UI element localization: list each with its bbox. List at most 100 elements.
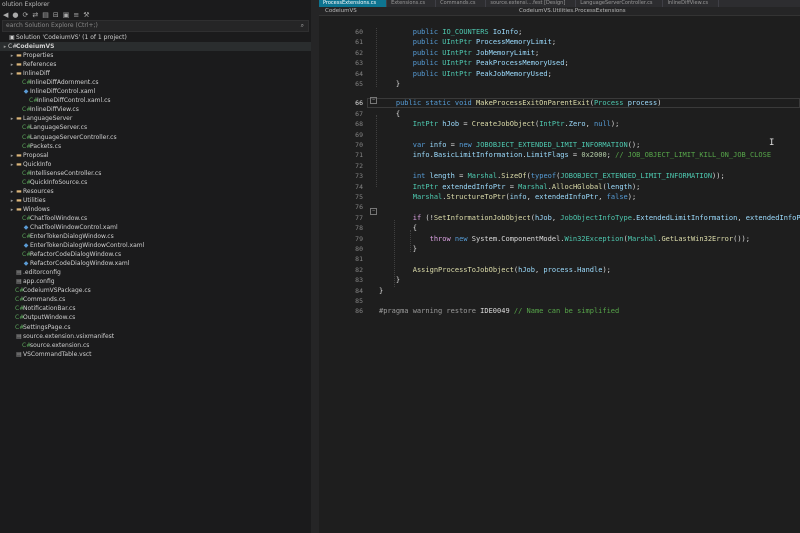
refresh-icon[interactable]: ⟳	[23, 11, 29, 19]
csharp-file-icon: C#	[15, 287, 25, 295]
project-dropdown[interactable]: CodeiumVS	[319, 8, 409, 14]
code-line[interactable]: {	[396, 110, 400, 118]
tree-item[interactable]: C#LanguageServerController.cs	[0, 133, 311, 142]
tree-item[interactable]: C#source.extension.cs	[0, 341, 311, 350]
code-line[interactable]: if (!SetInformationJobObject(hJob, JobOb…	[413, 214, 800, 222]
document-tab[interactable]: Commands.cs	[436, 0, 487, 7]
tree-item[interactable]: ▸ ▬Utilities	[0, 196, 311, 205]
tree-item[interactable]: C#InlineDiffAdornment.cs	[0, 78, 311, 87]
folder-icon: ▬	[16, 70, 22, 78]
code-area[interactable]: 60 public IO_COUNTERS IoInfo; 61 public UIn…	[319, 17, 800, 533]
tree-item[interactable]: ◆ RefactorCodeDialogWindow.xaml	[0, 259, 311, 268]
line-number: 61	[355, 38, 363, 47]
code-line[interactable]: public IO_COUNTERS IoInfo;	[413, 28, 523, 36]
solution-explorer-search-input[interactable]: earch Solution Explore (Ctrl+;) ⌕	[2, 20, 309, 32]
code-line[interactable]: {	[413, 224, 417, 232]
code-line[interactable]: int length = Marshal.SizeOf(typeof(JOBOB…	[413, 172, 725, 180]
tree-item-label: EnterTokenDialogWindowControl.xaml	[30, 242, 145, 250]
code-line[interactable]: public static void MakeProcessExitOnPare…	[396, 99, 662, 107]
tree-item[interactable]: C#Commands.cs	[0, 295, 311, 304]
code-editor[interactable]: ProcessExtensions.cs Extensions.cs Command…	[319, 0, 800, 533]
file-icon: ▤	[16, 269, 22, 277]
panel-splitter[interactable]	[311, 0, 319, 533]
tree-item[interactable]: ▣Solution 'CodeiumVS' (1 of 1 project)	[0, 33, 311, 42]
tree-item[interactable]: ◆ EnterTokenDialogWindowControl.xaml	[0, 241, 311, 250]
show-all-icon[interactable]: ▣	[63, 11, 70, 19]
tree-item[interactable]: C#IntellisenseController.cs	[0, 169, 311, 178]
tree-item[interactable]: C#Packets.cs	[0, 142, 311, 151]
line-number: 63	[355, 59, 363, 68]
properties-icon[interactable]: ≡	[73, 11, 79, 19]
document-tab[interactable]: ProcessExtensions.cs	[319, 0, 388, 7]
collapse-icon[interactable]: −	[370, 97, 377, 104]
code-line[interactable]: IntPtr extendedInfoPtr = Marshal.AllocHG…	[413, 183, 641, 191]
xaml-file-icon: ◆	[23, 260, 29, 268]
code-line[interactable]: }	[396, 276, 400, 284]
tree-item[interactable]: ▤VSCommandTable.vsct	[0, 350, 311, 359]
code-line[interactable]: }	[396, 80, 400, 88]
tree-item-label: NotificationBar.cs	[23, 305, 76, 313]
tree-item[interactable]: C#ChatToolWindow.cs	[0, 214, 311, 223]
document-tab[interactable]: Extensions.cs	[387, 0, 437, 7]
code-line[interactable]: Marshal.StructureToPtr(info, extendedInf…	[413, 193, 636, 201]
tree-item[interactable]: ▤app.config	[0, 277, 311, 286]
folder-icon: ▬	[16, 187, 22, 195]
tree-item[interactable]: C#RefactorCodeDialogWindow.cs	[0, 250, 311, 259]
tree-item[interactable]: ◆ InlineDiffControl.xaml	[0, 87, 311, 96]
tree-item[interactable]: C#NotificationBar.cs	[0, 304, 311, 313]
line-number: 79	[355, 234, 363, 243]
tree-item[interactable]: ▸ ▬References	[0, 60, 311, 69]
document-tab[interactable]: source.extensi....fest [Design]	[486, 0, 577, 7]
tree-item-label: VSCommandTable.vsct	[23, 350, 92, 358]
line-number: 82	[355, 265, 363, 274]
tree-item[interactable]: ▤source.extension.vsixmanifest	[0, 332, 311, 341]
folder-icon: ▬	[16, 61, 22, 69]
tree-item[interactable]: ▸ ▬InlineDiff	[0, 69, 311, 78]
type-dropdown[interactable]: CodeiumVS.Utilities.ProcessExtensions	[409, 8, 626, 14]
tree-item[interactable]: ▸ ▬Resources	[0, 187, 311, 196]
tree-item[interactable]: ▸ ▬LanguageServer	[0, 114, 311, 123]
tree-item[interactable]: ◆ ChatToolWindowControl.xaml	[0, 223, 311, 232]
tree-item[interactable]: ▸ C#CodeiumVS	[0, 42, 311, 52]
tree-item[interactable]: C#QuickInfoSource.cs	[0, 178, 311, 187]
wrench-icon[interactable]: ⚒	[83, 11, 89, 19]
tree-item[interactable]: ▤.editorconfig	[0, 268, 311, 277]
sync-icon[interactable]: ⇄	[32, 11, 38, 19]
code-line[interactable]: #pragma warning restore IDE0049 // Name …	[379, 307, 619, 315]
back-icon[interactable]: ◀	[3, 11, 8, 19]
code-line[interactable]: }	[379, 287, 383, 295]
code-line[interactable]: public UIntPtr PeakProcessMemoryUsed;	[413, 59, 569, 67]
tree-item[interactable]: ▸ ▬Properties	[0, 51, 311, 60]
document-tab[interactable]: InlineDiffView.cs	[663, 0, 720, 7]
home-icon[interactable]: ●	[12, 11, 18, 19]
code-line[interactable]: AssignProcessToJobObject(hJob, process.H…	[413, 266, 611, 274]
code-line[interactable]: public UIntPtr JobMemoryLimit;	[413, 49, 539, 57]
tree-item[interactable]: C#CodeiumVSPackage.cs	[0, 286, 311, 295]
line-number: 77	[355, 213, 363, 222]
folder-icon: ▬	[16, 52, 22, 60]
tree-item[interactable]: ▸ ▬Windows	[0, 205, 311, 214]
tree-item[interactable]: C#LanguageServer.cs	[0, 123, 311, 132]
code-line[interactable]: IntPtr hJob = CreateJobObject(IntPtr.Zer…	[413, 120, 620, 128]
collapse-icon[interactable]: −	[370, 208, 377, 215]
tree-item[interactable]: ▸ ▬Proposal	[0, 151, 311, 160]
tree-item[interactable]: C#InlineDiffControl.xaml.cs	[0, 96, 311, 105]
tree-item[interactable]: C#OutputWindow.cs	[0, 313, 311, 322]
tree-item[interactable]: C#SettingsPage.cs	[0, 323, 311, 332]
tree-item-label: ChatToolWindow.cs	[30, 214, 88, 222]
code-line[interactable]: public UIntPtr PeakJobMemoryUsed;	[413, 70, 552, 78]
line-number: 66	[355, 99, 363, 108]
tree-item[interactable]: C#EnterTokenDialogWindow.cs	[0, 232, 311, 241]
folder-icon: ▬	[16, 151, 22, 159]
tree-item[interactable]: C#InlineDiffView.cs	[0, 105, 311, 114]
code-line[interactable]: }	[413, 245, 417, 253]
tree-item[interactable]: ▸ ▬QuickInfo	[0, 160, 311, 169]
collapse-icon[interactable]: ⊟	[53, 11, 59, 19]
pending-icon[interactable]: ▤	[42, 11, 49, 19]
code-line[interactable]: throw new System.ComponentModel.Win32Exc…	[430, 235, 750, 243]
tree-item-label: RefactorCodeDialogWindow.xaml	[30, 260, 130, 268]
code-line[interactable]: info.BasicLimitInformation.LimitFlags = …	[413, 151, 771, 159]
code-line[interactable]: public UIntPtr ProcessMemoryLimit;	[413, 38, 556, 46]
code-line[interactable]: var info = new JOBOBJECT_EXTENDED_LIMIT_…	[413, 141, 641, 149]
document-tab[interactable]: LanguageServerController.cs	[576, 0, 664, 7]
